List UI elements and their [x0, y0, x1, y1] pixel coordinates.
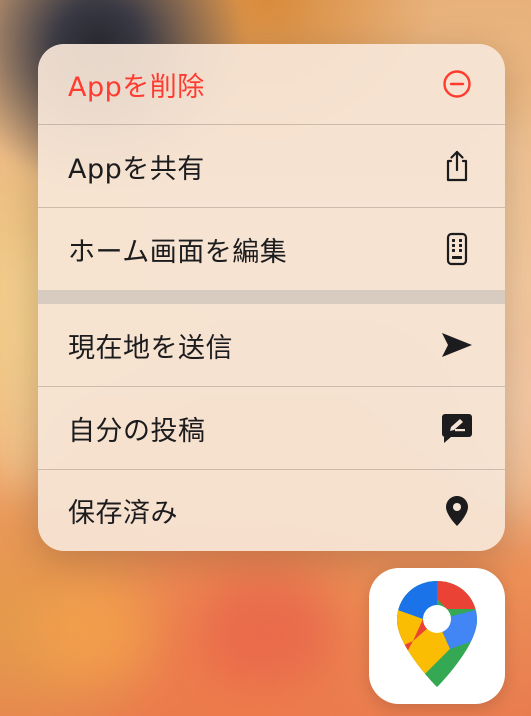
- google-maps-icon: [395, 579, 479, 693]
- minus-circle-icon: [439, 66, 475, 102]
- location-pin-icon: [439, 493, 475, 529]
- menu-item-label: 現在地を送信: [68, 332, 233, 364]
- menu-item-label: Appを共有: [68, 153, 205, 185]
- delete-app-menu-item[interactable]: Appを削除: [38, 44, 505, 124]
- edit-home-screen-menu-item[interactable]: ホーム画面を編集: [38, 208, 505, 290]
- send-arrow-icon: [439, 327, 475, 363]
- blurred-app-icon: [35, 585, 145, 680]
- blurred-app-icon: [205, 580, 330, 680]
- google-maps-app-icon[interactable]: [369, 568, 505, 704]
- saved-menu-item[interactable]: 保存済み: [38, 470, 505, 551]
- menu-item-label: ホーム画面を編集: [68, 236, 288, 268]
- share-icon: [439, 148, 475, 184]
- share-app-menu-item[interactable]: Appを共有: [38, 125, 505, 207]
- group-separator: [38, 290, 505, 304]
- menu-item-label: Appを削除: [68, 71, 205, 103]
- menu-item-label: 保存済み: [68, 498, 178, 529]
- blurred-app-icon: [0, 250, 40, 490]
- compose-icon: [439, 410, 475, 446]
- phone-edit-icon: [439, 231, 475, 267]
- send-location-menu-item[interactable]: 現在地を送信: [38, 304, 505, 386]
- app-context-menu: Appを削除 Appを共有 ホーム画面を編集 現在地を送信 自分の投稿 保存済み: [38, 44, 505, 551]
- my-posts-menu-item[interactable]: 自分の投稿: [38, 387, 505, 469]
- menu-item-label: 自分の投稿: [68, 415, 206, 447]
